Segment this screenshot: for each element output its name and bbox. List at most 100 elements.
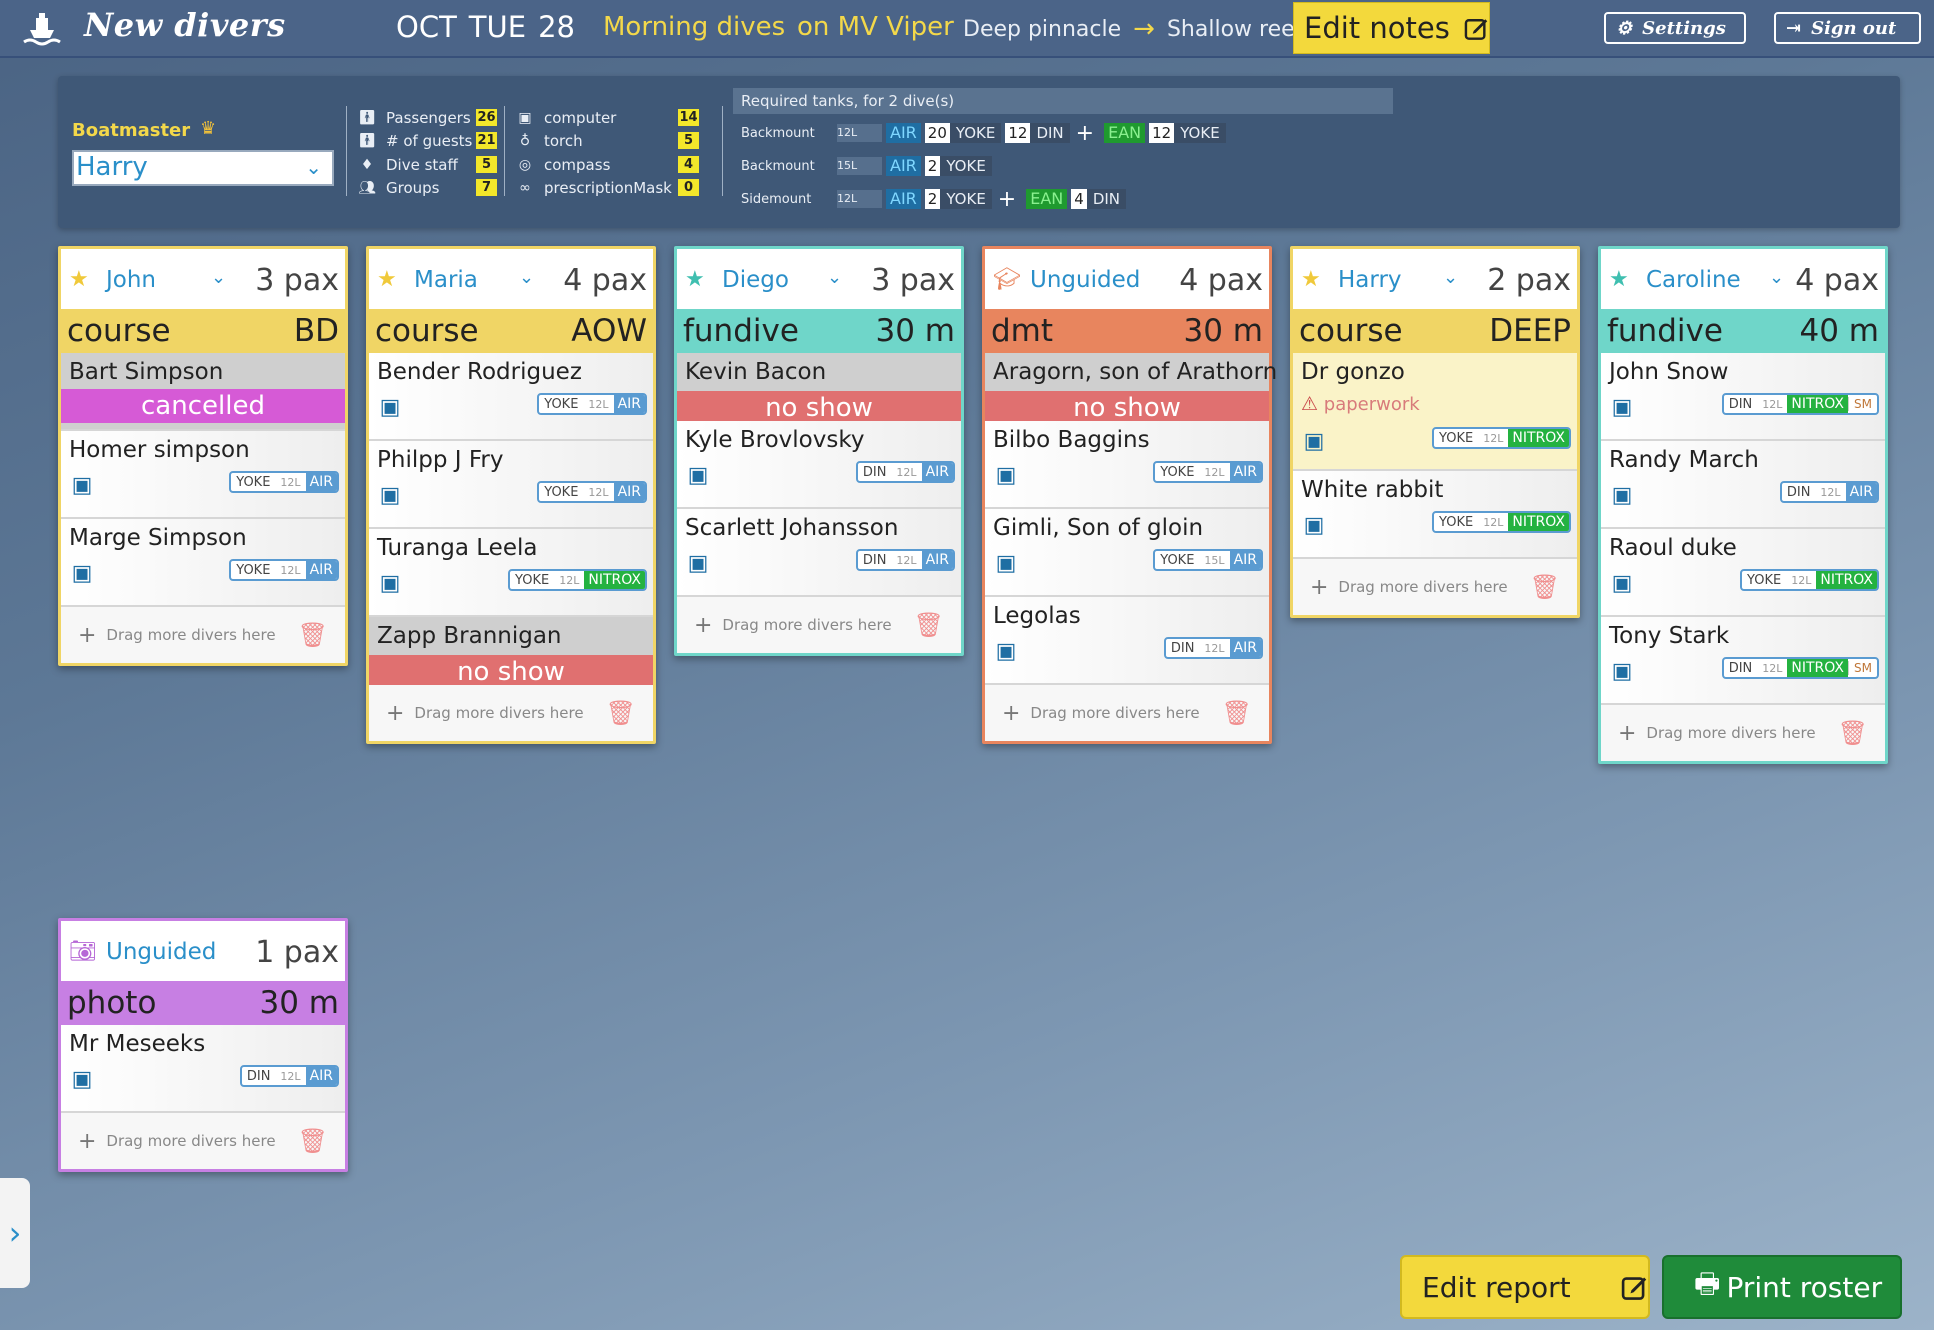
guide-select[interactable]: Diego (722, 267, 789, 293)
guide-select[interactable]: John (106, 267, 156, 293)
tank-badge[interactable]: DIN 12L AIR (855, 549, 955, 571)
tank-badge[interactable]: DIN 12L NITROX SM (1721, 657, 1879, 679)
dive-detail: 30 m (875, 313, 956, 349)
plus-icon: + (693, 612, 713, 638)
trash-icon[interactable]: 🗑︎ (298, 621, 328, 649)
tank-badge[interactable]: YOKE 12L NITROX (1740, 569, 1879, 591)
diver-row[interactable]: Bender Rodriguez ▣ YOKE 12L AIR (369, 353, 653, 441)
diver-row[interactable]: Aragorn, son of Arathorn no show (985, 353, 1277, 425)
tank-badge[interactable]: DIN 12L AIR (1163, 637, 1263, 659)
side-panel-toggle[interactable]: › (0, 1178, 30, 1288)
dive-type: course (1299, 313, 1403, 349)
trash-icon[interactable]: 🗑︎ (1530, 573, 1560, 601)
trash-icon[interactable]: 🗑︎ (298, 1127, 328, 1155)
diver-row[interactable]: Raoul duke ▣ YOKE 12L NITROX (1601, 529, 1885, 617)
tank-badge[interactable]: DIN 12L AIR (239, 1065, 339, 1087)
diver-status: no show (985, 391, 1269, 425)
diver-row[interactable]: Scarlett Johansson ▣ DIN 12L AIR (677, 509, 961, 597)
dive-detail: DEEP (1489, 313, 1571, 349)
chevron-down-icon[interactable]: ⌄ (1443, 267, 1458, 288)
diver-row[interactable]: Homer simpson ▣ YOKE 12L AIR (61, 431, 345, 519)
tank-badge[interactable]: YOKE 12L NITROX (508, 569, 647, 591)
drop-zone[interactable]: + Drag more divers here 🗑︎ (61, 1113, 345, 1169)
diver-name: Bart Simpson (69, 359, 224, 385)
edit-report-button[interactable]: Edit report (1400, 1255, 1650, 1319)
guide-select[interactable]: Harry (1338, 267, 1402, 293)
guide-select[interactable]: Unguided (106, 939, 216, 965)
computer-icon: ▣ (71, 473, 93, 498)
sign-out-button[interactable]: ⇥ Sign out (1774, 12, 1921, 44)
tank-badge[interactable]: YOKE 12L AIR (229, 559, 339, 581)
plus-icon: + (997, 186, 1017, 212)
drop-zone[interactable]: + Drag more divers here 🗑︎ (1293, 559, 1577, 615)
person-icon: 🚹︎ (358, 109, 376, 126)
diver-row[interactable]: White rabbit ▣ YOKE 12L NITROX (1293, 471, 1577, 559)
diver-row[interactable]: Zapp Brannigan no show (369, 617, 653, 689)
stat-value: 5 (476, 156, 497, 173)
diver-name: Gimli, Son of gloin (993, 515, 1204, 541)
gas-type: AIR (305, 561, 337, 579)
guide-select[interactable]: Unguided (1030, 267, 1140, 293)
tank-badge[interactable]: YOKE 12L AIR (537, 393, 647, 415)
tank-badge[interactable]: DIN 12L AIR (1779, 481, 1879, 503)
boatmaster-select[interactable]: Harry ⌄ (72, 150, 334, 186)
tank-badge[interactable]: DIN 12L NITROX SM (1721, 393, 1879, 415)
route-to: Shallow reef (1166, 16, 1303, 42)
warning-icon: ⚠ (1301, 393, 1319, 415)
print-roster-button[interactable]: 🖶︎ Print roster (1662, 1255, 1902, 1319)
diver-row[interactable]: Legolas ▣ DIN 12L AIR (985, 597, 1269, 685)
settings-button[interactable]: ⚙ Settings (1604, 12, 1746, 44)
diver-row[interactable]: Tony Stark ▣ DIN 12L NITROX SM (1601, 617, 1885, 705)
valve-type: YOKE (1439, 430, 1474, 446)
drop-zone[interactable]: + Drag more divers here 🗑︎ (677, 597, 961, 653)
plus-icon: + (1001, 700, 1021, 726)
trash-icon[interactable]: 🗑︎ (606, 699, 636, 727)
dive-detail: 30 m (1183, 313, 1264, 349)
tank-badge[interactable]: YOKE 12L AIR (537, 481, 647, 503)
tank-badge[interactable]: YOKE 12L AIR (1153, 461, 1263, 483)
diver-row[interactable]: Bilbo Baggins ▣ YOKE 12L AIR (985, 421, 1269, 509)
drop-zone[interactable]: + Drag more divers here 🗑︎ (369, 685, 653, 741)
gas-type: AIR (613, 483, 645, 501)
diver-row[interactable]: Gimli, Son of gloin ▣ YOKE 15L AIR (985, 509, 1269, 597)
diver-row[interactable]: Dr gonzo ⚠ paperwork ▣ YOKE 12L NITROX (1293, 353, 1577, 471)
route-from: Deep pinnacle (963, 16, 1122, 42)
star-icon: ★ (1301, 267, 1321, 292)
diver-row[interactable]: Philpp J Fry ▣ YOKE 12L AIR (369, 441, 653, 529)
chevron-down-icon[interactable]: ⌄ (827, 267, 842, 288)
trash-icon[interactable]: 🗑︎ (1838, 719, 1868, 747)
drop-zone[interactable]: + Drag more divers here 🗑︎ (1601, 705, 1885, 761)
tank-badge[interactable]: YOKE 12L AIR (229, 471, 339, 493)
trash-icon[interactable]: 🗑︎ (1222, 699, 1252, 727)
diver-row[interactable]: Kevin Bacon no show (677, 353, 961, 425)
tank-badge[interactable]: YOKE 12L NITROX (1432, 511, 1571, 533)
diver-row[interactable]: Marge Simpson ▣ YOKE 12L AIR (61, 519, 345, 607)
chevron-down-icon[interactable]: ⌄ (519, 267, 534, 288)
diver-row[interactable]: Mr Meseeks ▣ DIN 12L AIR (61, 1025, 345, 1113)
group-pax: 4 pax (563, 263, 647, 298)
diver-row[interactable]: Turanga Leela ▣ YOKE 12L NITROX (369, 529, 653, 617)
diver-row[interactable]: Kyle Brovlovsky ▣ DIN 12L AIR (677, 421, 961, 509)
group-pax: 3 pax (255, 263, 339, 298)
diver-row[interactable]: John Snow ▣ DIN 12L NITROX SM (1601, 353, 1885, 441)
tank-badge[interactable]: YOKE 12L NITROX (1432, 427, 1571, 449)
group-header: 📷︎ Unguided 1 pax (61, 921, 345, 981)
trash-icon[interactable]: 🗑︎ (914, 611, 944, 639)
sign-out-label: Sign out (1811, 17, 1897, 39)
diver-row[interactable]: Randy March ▣ DIN 12L AIR (1601, 441, 1885, 529)
equipment-icons: ▣ (993, 551, 1019, 577)
chevron-down-icon[interactable]: ⌄ (1769, 267, 1784, 288)
tank-badge[interactable]: DIN 12L AIR (855, 461, 955, 483)
sidemount-tag: SM (1848, 661, 1877, 675)
drop-zone[interactable]: + Drag more divers here 🗑︎ (985, 685, 1269, 741)
drop-zone[interactable]: + Drag more divers here 🗑︎ (61, 607, 345, 663)
tank-badge[interactable]: YOKE 15L AIR (1153, 549, 1263, 571)
guide-select[interactable]: Caroline (1646, 267, 1741, 293)
diver-row[interactable]: Bart Simpson cancelled (61, 353, 345, 431)
dive-group-card: ★ Diego ⌄ 3 pax fundive 30 m Kevin Bacon… (674, 246, 964, 656)
guide-select[interactable]: Maria (414, 267, 478, 293)
edit-notes-button[interactable]: Edit notes (1293, 2, 1490, 54)
chevron-down-icon[interactable]: ⌄ (211, 267, 226, 288)
tank-count: 12 (1149, 123, 1175, 143)
stat-label: compass (544, 155, 611, 174)
